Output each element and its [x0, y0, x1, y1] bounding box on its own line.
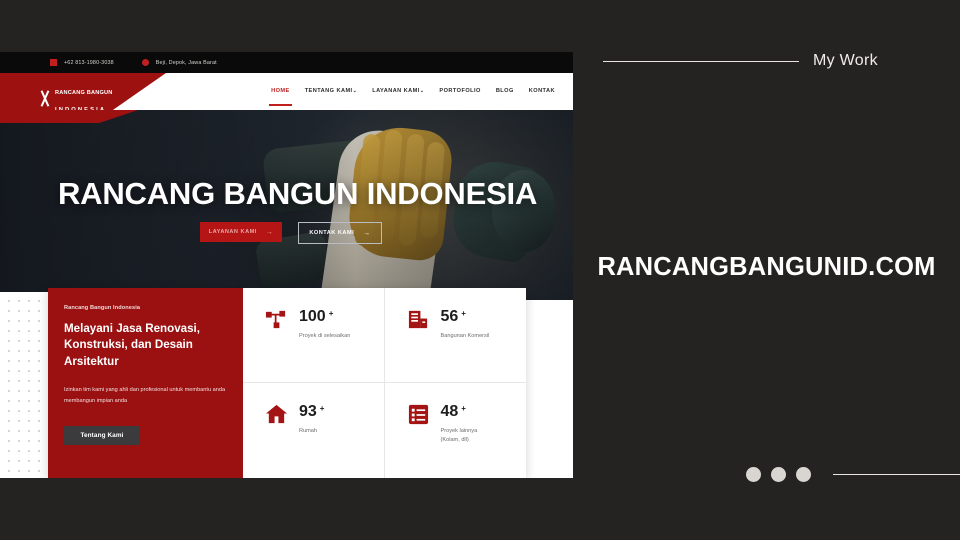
phone-icon: [50, 59, 57, 66]
nav-item-kontak[interactable]: KONTAK: [529, 88, 555, 95]
carousel-dot-2[interactable]: [771, 467, 786, 482]
divider-line: [833, 474, 960, 475]
nav-item-home[interactable]: HOME: [269, 88, 292, 106]
stat-card-bangunan-komersil: 56 + Bangunan Komersil: [384, 288, 526, 383]
site-url-title: RANCANGBANGUNID.COM: [597, 253, 936, 281]
globe-icon: [141, 59, 149, 66]
slide-root: +62 813-1980-3038 Beji, Depok, Jawa Bara…: [0, 0, 960, 540]
hero-section: RANCANG BANGUN INDONESIA LAYANAN KAMI → …: [0, 110, 573, 300]
list-checklist-icon: [407, 403, 430, 426]
arrow-right-icon: →: [363, 229, 371, 237]
stat-label: Bangunan Komersil: [440, 333, 490, 339]
right-panel: My Work RANCANGBANGUNID.COM: [573, 0, 960, 540]
nav-item-blog[interactable]: BLOG: [496, 88, 514, 95]
stat-label: Rumah: [299, 428, 318, 434]
layanan-kami-label: LAYANAN KAMI: [208, 229, 257, 235]
stat-plus: +: [319, 404, 325, 413]
nav-label-blog: BLOG: [495, 88, 514, 94]
nav-label-home: HOME: [271, 88, 290, 94]
nav-label-layanan-kami: LAYANAN KAMI: [372, 88, 420, 94]
nav-item-portofolio[interactable]: PORTOFOLIO: [439, 88, 480, 95]
promo-kicker: Rancang Bangun Indonesia: [64, 305, 141, 311]
website-screenshot: +62 813-1980-3038 Beji, Depok, Jawa Bara…: [0, 52, 573, 478]
chevron-down-icon: ⌄: [419, 88, 425, 94]
arrow-right-icon: →: [265, 228, 274, 236]
chevron-down-icon: ⌄: [352, 88, 358, 94]
office-building-icon: [407, 308, 430, 331]
promo-description: Izinkan tim kami yang ahli dan profesion…: [64, 387, 226, 404]
carousel-dot-1[interactable]: [746, 467, 761, 482]
carousel-dot-3[interactable]: [796, 467, 811, 482]
stat-plus: +: [328, 309, 334, 318]
divider-line: [603, 60, 799, 62]
logo-line1: RANCANG BANGUN: [55, 90, 113, 96]
nav-item-tentang-kami[interactable]: TENTANG KAMI⌄: [305, 88, 358, 95]
stat-label: Proyek di selesaikan: [299, 333, 351, 339]
house-icon: [265, 403, 288, 426]
stat-value: 56: [440, 308, 459, 325]
kontak-kami-label: KONTAK KAMI: [309, 230, 355, 236]
stat-plus: +: [461, 309, 466, 318]
stat-card-proyek-selesai: 100 + Proyek di selesaikan: [243, 288, 385, 383]
stats-grid: 100 + Proyek di selesaikan 56 + Bangunan K…: [243, 288, 526, 478]
nav-item-layanan-kami[interactable]: LAYANAN KAMI⌄: [372, 88, 424, 95]
site-header: RANCANG BANGUN INDONESIA HOME TENTANG KA…: [0, 73, 573, 113]
topbar-phone[interactable]: +62 813-1980-3038: [50, 59, 114, 66]
stats-section: Rancang Bangun Indonesia Melayani Jasa R…: [48, 288, 526, 478]
stat-value: 93: [299, 403, 317, 420]
my-work-label: My Work: [813, 52, 878, 69]
stat-value: 100: [299, 308, 326, 325]
site-topbar: +62 813-1980-3038 Beji, Depok, Jawa Bara…: [0, 52, 573, 73]
promo-card: Rancang Bangun Indonesia Melayani Jasa R…: [48, 288, 243, 478]
topbar-phone-text: +62 813-1980-3038: [64, 59, 114, 66]
stat-label: Proyek lainnya (Kolam, dll): [440, 428, 478, 443]
layanan-kami-button[interactable]: LAYANAN KAMI →: [200, 222, 282, 242]
nav-label-portofolio: PORTOFOLIO: [439, 88, 481, 94]
my-work-header: My Work: [603, 52, 943, 70]
topbar-location[interactable]: Beji, Depok, Jawa Barat: [141, 59, 217, 66]
promo-heading: Melayani Jasa Renovasi, Konstruksi, dan …: [64, 322, 200, 368]
hero-button-group: LAYANAN KAMI → KONTAK KAMI →: [200, 222, 382, 244]
topbar-location-text: Beji, Depok, Jawa Barat: [155, 59, 217, 66]
stat-value: 48: [440, 403, 459, 420]
hero-title: RANCANG BANGUN INDONESIA: [58, 176, 538, 211]
tentang-kami-label: Tentang Kami: [80, 432, 124, 440]
tentang-kami-button[interactable]: Tentang Kami: [64, 426, 140, 446]
network-nodes-icon: [265, 308, 288, 331]
main-nav: HOME TENTANG KAMI⌄ LAYANAN KAMI⌄ PORTOFO…: [269, 73, 555, 110]
kontak-kami-button[interactable]: KONTAK KAMI →: [298, 222, 382, 244]
stat-plus: +: [461, 404, 466, 413]
stat-card-rumah: 93 + Rumah: [243, 383, 385, 478]
x-monogram-icon: [38, 90, 51, 107]
nav-label-tentang-kami: TENTANG KAMI: [304, 88, 353, 94]
nav-label-kontak: KONTAK: [528, 88, 555, 94]
stat-card-proyek-lainnya: 48 + Proyek lainnya (Kolam, dll): [385, 383, 527, 478]
carousel-indicator: [746, 467, 960, 482]
